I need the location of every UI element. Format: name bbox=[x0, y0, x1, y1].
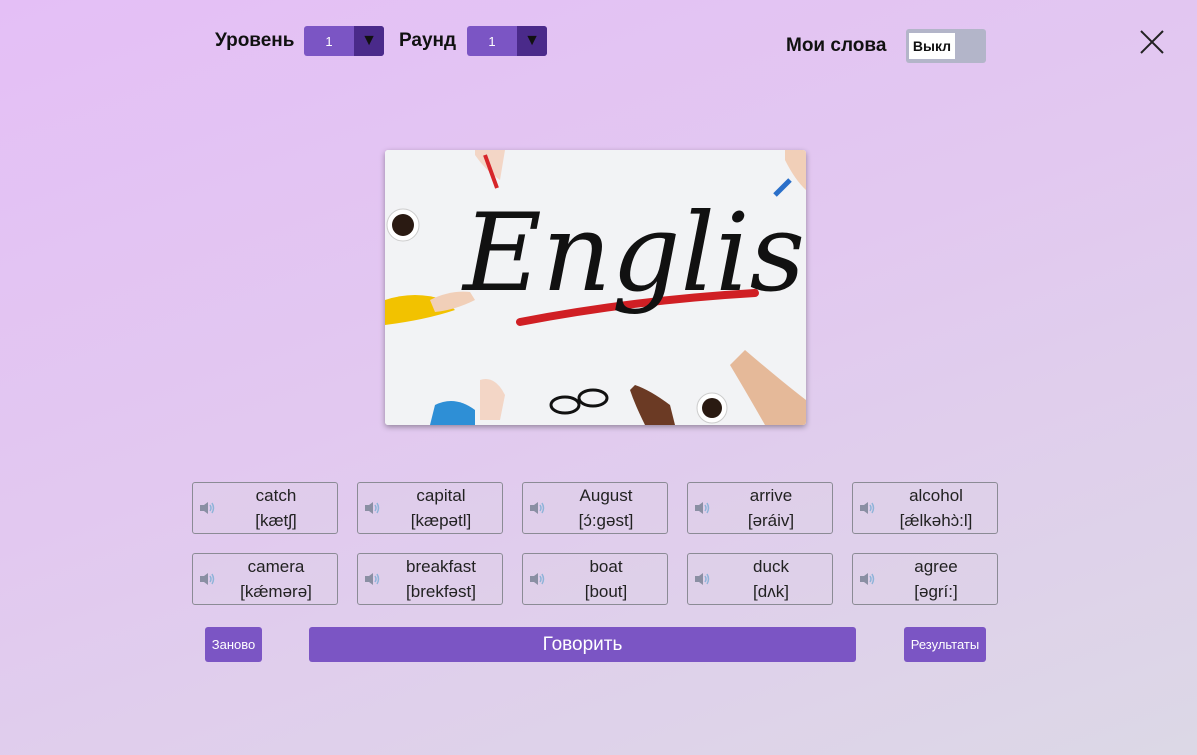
results-button[interactable]: Результаты bbox=[904, 627, 986, 662]
word-card[interactable]: catch [kætʃ] bbox=[192, 482, 338, 534]
toggle-state-label: Выкл bbox=[909, 33, 955, 59]
round-select[interactable]: 1 ▼ bbox=[467, 26, 547, 56]
word-picture: English bbox=[385, 150, 806, 425]
speak-button[interactable]: Говорить bbox=[309, 627, 856, 662]
card-word: alcohol bbox=[909, 486, 963, 505]
speaker-icon[interactable] bbox=[529, 501, 545, 515]
speaker-icon[interactable] bbox=[199, 572, 215, 586]
my-words-label: Мои слова bbox=[786, 35, 887, 56]
level-label: Уровень bbox=[215, 30, 295, 51]
card-word: arrive bbox=[749, 486, 793, 505]
card-transcription: [ɔ́:gəst] bbox=[578, 511, 634, 530]
card-transcription: [ǽlkəhɔ̀:l] bbox=[899, 511, 973, 530]
chevron-down-icon: ▼ bbox=[354, 26, 384, 56]
word-card[interactable]: capital [kæpətl] bbox=[357, 482, 503, 534]
picture-word: English bbox=[461, 191, 806, 316]
speaker-icon[interactable] bbox=[859, 572, 875, 586]
card-word: agree bbox=[914, 557, 958, 576]
english-illustration: English bbox=[385, 150, 806, 425]
card-transcription: [kæpətl] bbox=[410, 511, 472, 530]
speaker-icon[interactable] bbox=[529, 572, 545, 586]
word-card[interactable]: boat [bout] bbox=[522, 553, 668, 605]
word-card[interactable]: arrive [əráiv] bbox=[687, 482, 833, 534]
word-card[interactable]: August [ɔ́:gəst] bbox=[522, 482, 668, 534]
speaker-icon[interactable] bbox=[364, 572, 380, 586]
speaker-icon[interactable] bbox=[364, 501, 380, 515]
round-label: Раунд bbox=[399, 30, 457, 51]
card-transcription: [dʌk] bbox=[753, 582, 789, 601]
card-transcription: [kætʃ] bbox=[255, 511, 297, 530]
word-card[interactable]: breakfast [brekfəst] bbox=[357, 553, 503, 605]
word-cards-grid: catch [kætʃ] capital [kæpətl] August [ɔ́:gəst… bbox=[192, 482, 998, 605]
level-select-value: 1 bbox=[325, 33, 333, 49]
level-select[interactable]: 1 ▼ bbox=[304, 26, 384, 56]
card-word: capital bbox=[416, 486, 466, 505]
speaker-icon[interactable] bbox=[694, 572, 710, 586]
card-word: duck bbox=[753, 557, 789, 576]
card-word: August bbox=[579, 486, 633, 505]
round-select-value: 1 bbox=[488, 33, 496, 49]
speaker-icon[interactable] bbox=[694, 501, 710, 515]
speaker-icon[interactable] bbox=[859, 501, 875, 515]
card-word: breakfast bbox=[406, 557, 476, 576]
card-transcription: [brekfəst] bbox=[406, 582, 476, 601]
my-words-toggle[interactable]: Выкл bbox=[906, 29, 986, 63]
word-card[interactable]: alcohol [ǽlkəhɔ̀:l] bbox=[852, 482, 998, 534]
card-transcription: [bout] bbox=[584, 582, 628, 601]
card-word: catch bbox=[255, 486, 297, 505]
card-word: camera bbox=[247, 557, 305, 576]
card-transcription: [əráiv] bbox=[747, 511, 795, 530]
restart-button[interactable]: Заново bbox=[205, 627, 262, 662]
close-icon[interactable] bbox=[1140, 30, 1164, 54]
word-card[interactable]: agree [əgrí:] bbox=[852, 553, 998, 605]
card-word: boat bbox=[589, 557, 623, 576]
card-transcription: [kǽmərə] bbox=[240, 582, 312, 601]
word-card[interactable]: camera [kǽmərə] bbox=[192, 553, 338, 605]
card-transcription: [əgrí:] bbox=[914, 582, 958, 601]
chevron-down-icon: ▼ bbox=[517, 26, 547, 56]
word-card[interactable]: duck [dʌk] bbox=[687, 553, 833, 605]
speaker-icon[interactable] bbox=[199, 501, 215, 515]
